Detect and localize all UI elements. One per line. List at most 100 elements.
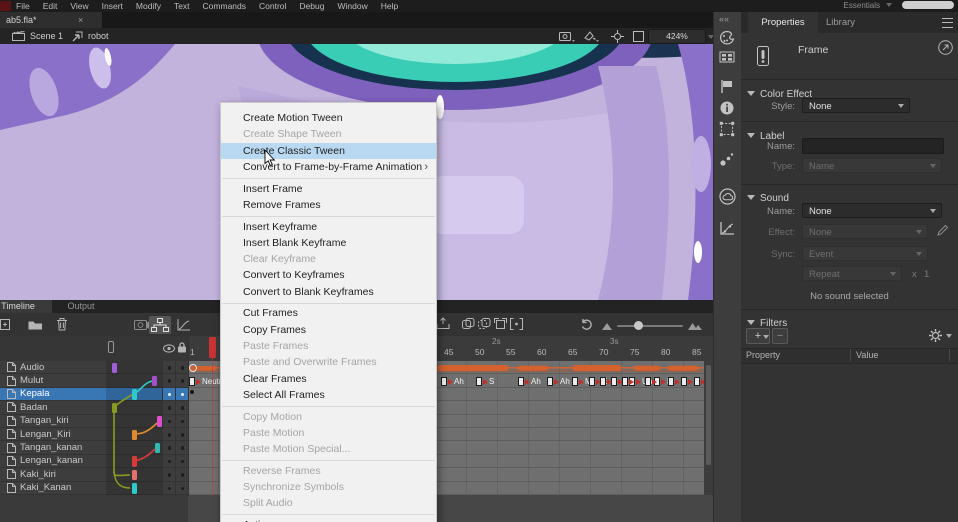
layer-color-tag[interactable] [132, 456, 137, 467]
menu-text[interactable]: Text [174, 1, 190, 11]
onion-skin-outline-icon[interactable] [478, 318, 491, 330]
palette-icon[interactable] [719, 30, 735, 46]
layer-row-audio[interactable]: Audio [0, 361, 188, 374]
keyframe-label-ah[interactable]: Ah [441, 375, 464, 388]
menu-view[interactable]: View [70, 1, 88, 11]
zoom-slider-knob[interactable] [634, 321, 643, 330]
camera-toggle-icon[interactable] [559, 30, 575, 42]
repeat-count-value[interactable]: 1 [924, 269, 929, 280]
center-frame-icon[interactable] [611, 30, 624, 43]
layer-row-kaki-kiri[interactable]: Kaki_kiri [0, 468, 188, 481]
swatches-icon[interactable] [719, 50, 735, 66]
context-item-actions[interactable]: Actions [221, 517, 436, 522]
keyframe-label-ah[interactable]: Ah [518, 375, 541, 388]
tab-library[interactable]: Library [826, 12, 855, 33]
layer-color-tag[interactable] [112, 403, 117, 414]
menu-window[interactable]: Window [337, 1, 367, 11]
context-item-convert-to-frame-by-frame-animation[interactable]: Convert to Frame-by-Frame Animation› [221, 159, 436, 175]
keyframe-marker[interactable] [622, 375, 634, 388]
collapse-panels-icon[interactable]: «« [719, 14, 729, 24]
keyframe-marker[interactable] [645, 375, 657, 388]
flag-icon[interactable] [719, 79, 735, 95]
new-layer-icon[interactable] [0, 318, 12, 331]
visibility-column-eye-icon[interactable] [163, 344, 175, 353]
label-name-input[interactable] [802, 138, 944, 154]
onion-skin-icon[interactable] [462, 318, 475, 330]
playhead[interactable] [209, 337, 216, 358]
context-item-cut-frames[interactable]: Cut Frames [221, 305, 436, 321]
add-filter-button[interactable]: + [746, 328, 770, 344]
layer-color-tag[interactable] [132, 470, 137, 481]
help-arrow-icon[interactable] [938, 40, 953, 55]
menu-help[interactable]: Help [381, 1, 398, 11]
context-item-create-motion-tween[interactable]: Create Motion Tween [221, 110, 436, 126]
workspace-switcher[interactable]: Essentials [844, 1, 880, 10]
layer-visibility-dot[interactable] [168, 473, 172, 477]
layer-row-tangan-kanan[interactable]: Tangan_kanan [0, 441, 188, 454]
menu-commands[interactable]: Commands [203, 1, 246, 11]
remove-filter-button[interactable]: − [772, 328, 788, 344]
loop-icon[interactable] [580, 318, 594, 331]
layer-lock-dot[interactable] [181, 460, 185, 464]
tab-properties[interactable]: Properties [748, 12, 818, 33]
layer-parenting-toggle[interactable] [149, 316, 171, 334]
layer-visibility-dot[interactable] [168, 406, 172, 410]
new-folder-icon[interactable] [28, 319, 43, 330]
sound-name-dropdown[interactable]: None [802, 203, 942, 218]
lock-column-icon[interactable] [177, 342, 187, 353]
layer-row-kepala[interactable]: Kepala [0, 388, 188, 401]
layer-visibility-dot[interactable] [168, 433, 172, 437]
layer-lock-dot[interactable] [181, 446, 185, 450]
clip-content-icon[interactable] [633, 31, 644, 42]
keyframe-marker[interactable] [668, 375, 680, 388]
menu-file[interactable]: File [16, 1, 30, 11]
menu-control[interactable]: Control [259, 1, 286, 11]
tab-timeline[interactable]: Timeline [0, 300, 52, 313]
context-item-convert-to-keyframes[interactable]: Convert to Keyframes [221, 267, 436, 283]
layer-lock-dot[interactable] [181, 473, 185, 477]
layer-row-badan[interactable]: Badan [0, 401, 188, 414]
timeline-zoom-slider[interactable] [617, 325, 683, 327]
context-item-convert-to-blank-keyframes[interactable]: Convert to Blank Keyframes [221, 284, 436, 300]
layer-color-tag[interactable] [132, 430, 137, 441]
creative-cloud-icon[interactable] [719, 188, 735, 204]
context-item-create-classic-tween[interactable]: Create Classic Tween [221, 143, 436, 159]
menu-edit[interactable]: Edit [43, 1, 58, 11]
layer-row-tangan-kiri[interactable]: Tangan_kiri [0, 415, 188, 428]
context-item-remove-frames[interactable]: Remove Frames [221, 197, 436, 213]
layer-visibility-dot[interactable] [168, 460, 172, 464]
layer-color-tag[interactable] [155, 443, 160, 454]
camera-icon[interactable] [134, 319, 150, 330]
layer-visibility-dot[interactable] [168, 446, 172, 450]
panel-menu-icon[interactable] [942, 18, 953, 28]
section-sound[interactable]: Sound [747, 188, 789, 206]
pencil-icon[interactable] [936, 224, 949, 237]
layer-lock-dot[interactable] [181, 420, 185, 424]
keyframe-label-ah[interactable]: Ah [547, 375, 570, 388]
fill-stage-icon[interactable] [583, 30, 599, 42]
layer-row-kaki-kanan[interactable]: Kaki_Kanan [0, 482, 188, 495]
layer-color-tag[interactable] [112, 363, 117, 374]
layer-lock-dot[interactable] [181, 379, 185, 383]
layer-lock-dot[interactable] [181, 393, 185, 397]
zoom-out-icon[interactable] [602, 322, 612, 330]
breadcrumb-scene[interactable]: Scene 1 [30, 28, 63, 44]
layer-color-tag[interactable] [132, 389, 137, 400]
zoom-level-dropdown[interactable]: 424% [648, 29, 706, 44]
context-item-select-all-frames[interactable]: Select All Frames [221, 387, 436, 403]
menu-insert[interactable]: Insert [102, 1, 123, 11]
menu-debug[interactable]: Debug [299, 1, 324, 11]
keyframe-marker[interactable] [600, 375, 612, 388]
keyframe-marker[interactable] [681, 375, 693, 388]
context-item-copy-frames[interactable]: Copy Frames [221, 322, 436, 338]
motion-graph-icon[interactable] [719, 221, 735, 237]
layer-visibility-dot[interactable] [168, 487, 172, 491]
menu-modify[interactable]: Modify [136, 1, 161, 11]
layer-row-lengan-kanan[interactable]: Lengan_kanan [0, 455, 188, 468]
zoom-in-icon[interactable] [688, 319, 702, 330]
layer-lock-dot[interactable] [181, 366, 185, 370]
layer-row-lengan-kiri[interactable]: Lengan_Kiri [0, 428, 188, 441]
layer-color-tag[interactable] [132, 483, 137, 494]
context-item-insert-blank-keyframe[interactable]: Insert Blank Keyframe [221, 235, 436, 251]
layer-row-mulut[interactable]: Mulut [0, 374, 188, 387]
